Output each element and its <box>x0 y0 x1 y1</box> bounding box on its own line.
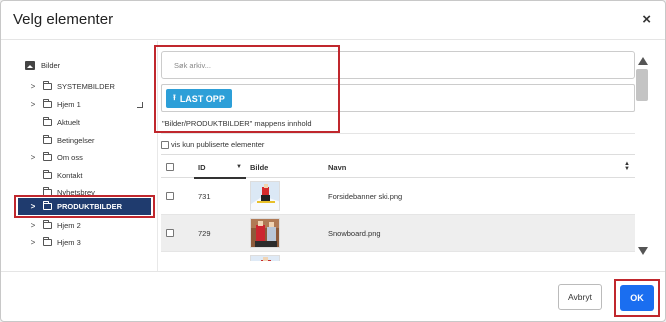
thumbnail-image <box>250 255 280 261</box>
table-header: ID ▼ Bilde Navn ▲ ▼ <box>161 154 635 179</box>
row-id: 731 <box>198 192 211 201</box>
tree-item-label: Om oss <box>57 152 83 162</box>
elements-table: ID ▼ Bilde Navn ▲ ▼ 731 Forsidebanner sk… <box>161 154 635 261</box>
thumbnail-image <box>250 181 280 211</box>
header-id[interactable]: ID <box>198 163 206 172</box>
scrollbar-thumb[interactable] <box>636 69 648 101</box>
header-name[interactable]: Navn <box>328 163 346 172</box>
tree-item-label: Hjem 2 <box>57 220 81 230</box>
divider <box>161 133 635 134</box>
folder-icon <box>43 169 52 179</box>
header-image: Bilde <box>250 163 269 172</box>
tree-item-label: SYSTEMBILDER <box>57 81 115 91</box>
upload-icon: ⭱ <box>173 92 176 102</box>
tree-item-produktbilder[interactable]: > PRODUKTBILDER <box>18 198 151 215</box>
scrollbar[interactable] <box>635 55 649 261</box>
tree-root-label: Bilder <box>41 60 61 70</box>
chevron-right-icon[interactable]: > <box>28 238 38 247</box>
cancel-button[interactable]: Avbryt <box>558 284 602 310</box>
resize-corner-icon <box>137 102 143 108</box>
tree-item-label: Aktuelt <box>57 117 80 127</box>
select-all-checkbox[interactable] <box>166 163 174 171</box>
published-filter-label: vis kun publiserte elementer <box>171 140 265 149</box>
folder-icon <box>43 186 52 196</box>
tree-item-hjem-3[interactable]: > Hjem 3 <box>28 234 81 250</box>
row-checkbox[interactable] <box>166 192 174 200</box>
scroll-down-icon[interactable] <box>638 247 648 255</box>
table-row[interactable] <box>161 252 635 261</box>
folder-icon <box>43 219 52 229</box>
tree-item-hjem-2[interactable]: > Hjem 2 <box>28 217 81 233</box>
row-name: Forsidebanner ski.png <box>328 192 403 201</box>
table-row[interactable]: 729 Snowboard.png <box>161 215 635 252</box>
upload-button[interactable]: ⭱ LAST OPP <box>166 89 232 108</box>
ok-button[interactable]: OK <box>620 285 654 311</box>
upload-area: ⭱ LAST OPP <box>161 84 635 112</box>
search-input[interactable] <box>161 51 635 79</box>
tree-root-bilder[interactable]: Bilder <box>25 57 60 73</box>
folder-info: "Bilder/PRODUKTBILDER" mappens innhold <box>162 119 312 128</box>
close-icon[interactable]: × <box>642 11 651 28</box>
dialog-title: Velg elementer <box>13 11 114 28</box>
scroll-up-icon[interactable] <box>638 57 648 65</box>
folder-icon <box>43 236 52 246</box>
tree-item-systembilder[interactable]: > SYSTEMBILDER <box>28 78 115 94</box>
row-checkbox[interactable] <box>166 229 174 237</box>
row-name: Snowboard.png <box>328 229 381 238</box>
chevron-right-icon[interactable]: > <box>28 221 38 230</box>
dialog-footer: Avbryt OK <box>1 271 665 321</box>
folder-icon <box>43 134 52 144</box>
tree-item-label: Nyhetsbrev <box>57 187 95 197</box>
folder-icon <box>43 201 52 210</box>
folder-tree: Bilder > SYSTEMBILDER > Hjem 1 Aktuelt B… <box>1 41 158 271</box>
tree-item-om-oss[interactable]: > Om oss <box>28 149 83 165</box>
upload-label: LAST OPP <box>179 93 225 104</box>
folder-icon <box>43 80 52 90</box>
published-filter[interactable]: vis kun publiserte elementer <box>161 140 264 149</box>
folder-icon <box>43 116 52 126</box>
folder-icon <box>43 98 52 108</box>
dialog-header: Velg elementer × <box>1 1 665 40</box>
chevron-right-icon[interactable]: > <box>28 100 38 109</box>
published-checkbox[interactable] <box>161 140 169 149</box>
row-id: 729 <box>198 229 211 238</box>
chevron-right-icon[interactable]: > <box>28 82 38 91</box>
chevron-right-icon[interactable]: > <box>28 153 38 162</box>
sort-both-icon[interactable]: ▲ ▼ <box>624 161 630 172</box>
tree-item-kontakt[interactable]: Kontakt <box>43 167 82 183</box>
thumbnail-image <box>250 218 280 248</box>
tree-item-label: Hjem 3 <box>57 237 81 247</box>
tree-item-label: Kontakt <box>57 170 83 180</box>
chevron-right-icon[interactable]: > <box>28 202 38 211</box>
archive-panel: ⭱ LAST OPP "Bilder/PRODUKTBILDER" mappen… <box>159 41 665 271</box>
image-icon <box>25 60 35 70</box>
folder-icon <box>43 151 52 161</box>
sort-desc-icon[interactable]: ▼ <box>236 164 242 170</box>
tree-item-aktuelt[interactable]: Aktuelt <box>43 114 80 130</box>
tree-item-label: Hjem 1 <box>57 99 81 109</box>
select-elements-dialog: Velg elementer × Bilder > SYSTEMBILDER >… <box>0 0 666 322</box>
tree-item-betingelser[interactable]: Betingelser <box>43 132 95 148</box>
tree-item-label: Betingelser <box>57 135 95 145</box>
tree-item-hjem-1[interactable]: > Hjem 1 <box>28 96 81 112</box>
table-row[interactable]: 731 Forsidebanner ski.png <box>161 178 635 215</box>
tree-item-label: PRODUKTBILDER <box>57 202 122 211</box>
